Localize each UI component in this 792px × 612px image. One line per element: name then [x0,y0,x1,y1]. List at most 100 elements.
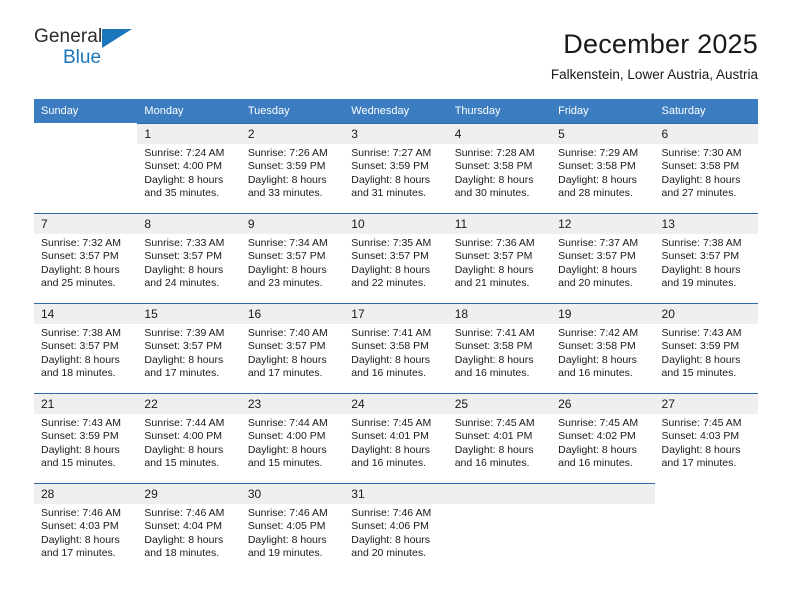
calendar-day-cell[interactable]: 26 Sunrise: 7:45 AM Sunset: 4:02 PM Dayligh… [551,393,655,483]
calendar-day-cell[interactable]: 25 Sunrise: 7:45 AM Sunset: 4:01 PM Dayligh… [447,393,552,483]
calendar-day-cell[interactable]: 9 Sunrise: 7:34 AM Sunset: 3:57 PM Daylight… [240,213,345,303]
sunset-time: Sunset: 3:57 PM [144,250,223,263]
sunrise-sunset-calendar: Sunday Monday Tuesday Wednesday Thursday… [34,99,758,573]
day-number: 23 [240,394,345,414]
daylight-duration-line2: and 15 minutes. [247,457,323,470]
calendar-day-cell[interactable]: 21 Sunrise: 7:43 AM Sunset: 3:59 PM Dayligh… [34,393,138,483]
day-info: Sunrise: 7:45 AM Sunset: 4:01 PM Daylight:… [344,414,447,471]
day-cell-inner: 9 Sunrise: 7:34 AM Sunset: 3:57 PM Daylight… [240,213,345,303]
daylight-duration-line2: and 22 minutes. [351,277,426,290]
day-cell-inner: 31 Sunrise: 7:46 AM Sunset: 4:06 PM Dayligh… [344,483,448,573]
calendar-day-cell[interactable] [551,483,655,573]
day-info: Sunrise: 7:33 AM Sunset: 3:57 PM Daylight:… [137,234,240,291]
day-cell-inner: 14 Sunrise: 7:38 AM Sunset: 3:57 PM Dayligh… [34,303,138,393]
calendar-day-cell[interactable]: 5 Sunrise: 7:29 AM Sunset: 3:58 PM Daylight… [551,123,655,213]
calendar-day-cell[interactable]: 3 Sunrise: 7:27 AM Sunset: 3:59 PM Daylight… [344,123,448,213]
day-number: 31 [344,484,448,504]
calendar-day-cell[interactable]: 29 Sunrise: 7:46 AM Sunset: 4:04 PM Dayligh… [137,483,241,573]
sunset-time: Sunset: 3:57 PM [144,340,223,353]
daylight-duration-line2: and 19 minutes. [247,547,323,560]
calendar-day-cell[interactable]: 8 Sunrise: 7:33 AM Sunset: 3:57 PM Daylight… [137,213,241,303]
calendar-day-cell[interactable] [34,123,138,213]
daylight-duration-line1: Daylight: 8 hours [144,533,224,546]
calendar-day-cell[interactable]: 31 Sunrise: 7:46 AM Sunset: 4:06 PM Dayligh… [344,483,448,573]
calendar-day-cell[interactable]: 15 Sunrise: 7:39 AM Sunset: 3:57 PM Dayligh… [137,303,241,393]
calendar-day-cell[interactable]: 13 Sunrise: 7:38 AM Sunset: 3:57 PM Dayligh… [654,213,758,303]
day-info: Sunrise: 7:41 AM Sunset: 3:58 PM Daylight:… [344,324,447,381]
calendar-body: 1 Sunrise: 7:24 AM Sunset: 4:00 PM Daylight… [34,123,758,573]
calendar-day-cell[interactable]: 7 Sunrise: 7:32 AM Sunset: 3:57 PM Daylight… [34,213,138,303]
daylight-duration-line2: and 16 minutes. [558,367,633,380]
calendar-day-cell[interactable]: 1 Sunrise: 7:24 AM Sunset: 4:00 PM Daylight… [137,123,241,213]
sunrise-time: Sunrise: 7:36 AM [454,237,535,249]
day-cell-inner: 28 Sunrise: 7:46 AM Sunset: 4:03 PM Dayligh… [34,483,138,573]
calendar-week-row: 28 Sunrise: 7:46 AM Sunset: 4:03 PM Dayligh… [34,483,758,573]
sunset-time: Sunset: 3:59 PM [247,160,326,173]
sunset-time: Sunset: 3:59 PM [41,430,119,443]
sunrise-time: Sunrise: 7:44 AM [144,417,225,429]
calendar-day-cell[interactable]: 4 Sunrise: 7:28 AM Sunset: 3:58 PM Daylight… [447,123,552,213]
calendar-day-cell[interactable]: 24 Sunrise: 7:45 AM Sunset: 4:01 PM Dayligh… [344,393,448,483]
day-info: Sunrise: 7:38 AM Sunset: 3:57 PM Daylight:… [34,324,137,381]
calendar-day-cell[interactable]: 27 Sunrise: 7:45 AM Sunset: 4:03 PM Dayligh… [654,393,758,483]
calendar-day-cell[interactable] [654,483,758,573]
calendar-day-cell[interactable]: 17 Sunrise: 7:41 AM Sunset: 3:58 PM Dayligh… [344,303,448,393]
day-cell-inner: 22 Sunrise: 7:44 AM Sunset: 4:00 PM Dayligh… [137,393,241,483]
daylight-duration-line2: and 35 minutes. [144,187,220,200]
calendar-day-cell[interactable]: 19 Sunrise: 7:42 AM Sunset: 3:58 PM Dayligh… [551,303,655,393]
daylight-duration-line1: Daylight: 8 hours [247,533,327,546]
daylight-duration-line2: and 20 minutes. [351,547,426,560]
daylight-duration-line1: Daylight: 8 hours [41,353,120,366]
day-info: Sunrise: 7:43 AM Sunset: 3:59 PM Daylight:… [655,324,758,381]
calendar-day-cell[interactable]: 12 Sunrise: 7:37 AM Sunset: 3:57 PM Dayligh… [551,213,655,303]
calendar-day-cell[interactable]: 22 Sunrise: 7:44 AM Sunset: 4:00 PM Dayligh… [137,393,241,483]
calendar-day-cell[interactable]: 23 Sunrise: 7:44 AM Sunset: 4:00 PM Dayligh… [240,393,345,483]
sunset-time: Sunset: 4:03 PM [41,520,119,533]
day-info: Sunrise: 7:27 AM Sunset: 3:59 PM Daylight:… [344,144,447,201]
day-number: 2 [240,124,345,144]
daylight-duration-line1: Daylight: 8 hours [558,353,637,366]
calendar-day-cell[interactable]: 2 Sunrise: 7:26 AM Sunset: 3:59 PM Daylight… [240,123,345,213]
sunset-time: Sunset: 3:58 PM [454,340,533,353]
day-number: 9 [240,214,345,234]
sunset-time: Sunset: 3:57 PM [558,250,636,263]
calendar-day-cell[interactable]: 14 Sunrise: 7:38 AM Sunset: 3:57 PM Dayligh… [34,303,138,393]
sunset-time: Sunset: 3:58 PM [661,160,740,173]
day-info: Sunrise: 7:42 AM Sunset: 3:58 PM Daylight:… [551,324,654,381]
day-cell-inner: 20 Sunrise: 7:43 AM Sunset: 3:59 PM Dayligh… [654,303,758,393]
calendar-day-cell[interactable]: 6 Sunrise: 7:30 AM Sunset: 3:58 PM Daylight… [654,123,758,213]
calendar-day-cell[interactable]: 11 Sunrise: 7:36 AM Sunset: 3:57 PM Dayligh… [447,213,552,303]
sunrise-time: Sunrise: 7:33 AM [144,237,225,249]
weekday-header-sunday: Sunday [34,99,138,123]
calendar-day-cell[interactable]: 18 Sunrise: 7:41 AM Sunset: 3:58 PM Dayligh… [447,303,552,393]
calendar-day-cell[interactable]: 10 Sunrise: 7:35 AM Sunset: 3:57 PM Dayligh… [344,213,448,303]
day-info: Sunrise: 7:44 AM Sunset: 4:00 PM Daylight:… [137,414,240,471]
daylight-duration-line2: and 15 minutes. [41,457,116,470]
sunrise-time: Sunrise: 7:46 AM [41,507,121,519]
logo-triangle-icon [102,29,132,48]
calendar-day-cell[interactable]: 30 Sunrise: 7:46 AM Sunset: 4:05 PM Dayligh… [240,483,345,573]
daylight-duration-line2: and 25 minutes. [41,277,116,290]
calendar-day-cell[interactable]: 16 Sunrise: 7:40 AM Sunset: 3:57 PM Dayligh… [240,303,345,393]
sunset-time: Sunset: 3:57 PM [247,250,326,263]
daylight-duration-line2: and 17 minutes. [661,457,737,470]
calendar-day-cell[interactable]: 20 Sunrise: 7:43 AM Sunset: 3:59 PM Dayligh… [654,303,758,393]
day-info: Sunrise: 7:34 AM Sunset: 3:57 PM Daylight:… [241,234,344,291]
calendar-week-row: 21 Sunrise: 7:43 AM Sunset: 3:59 PM Dayligh… [34,393,758,483]
sunset-time: Sunset: 4:04 PM [144,520,223,533]
general-blue-logo[interactable]: General Blue [34,26,154,76]
day-info: Sunrise: 7:46 AM Sunset: 4:05 PM Daylight:… [241,504,344,561]
sunset-time: Sunset: 3:57 PM [661,250,740,263]
calendar-day-cell[interactable] [447,483,552,573]
calendar-day-cell[interactable]: 28 Sunrise: 7:46 AM Sunset: 4:03 PM Dayligh… [34,483,138,573]
day-info: Sunrise: 7:26 AM Sunset: 3:59 PM Daylight:… [241,144,344,201]
sunrise-time: Sunrise: 7:41 AM [454,327,535,339]
day-number: 3 [344,124,448,144]
day-info: Sunrise: 7:46 AM Sunset: 4:03 PM Daylight:… [34,504,137,561]
weekday-header-friday: Friday [551,99,655,123]
weekday-header-saturday: Saturday [654,99,758,123]
daylight-duration-line1: Daylight: 8 hours [661,173,741,186]
sunrise-time: Sunrise: 7:30 AM [661,147,742,159]
day-cell-inner: 1 Sunrise: 7:24 AM Sunset: 4:00 PM Daylight… [137,123,241,213]
day-number: 25 [447,394,552,414]
